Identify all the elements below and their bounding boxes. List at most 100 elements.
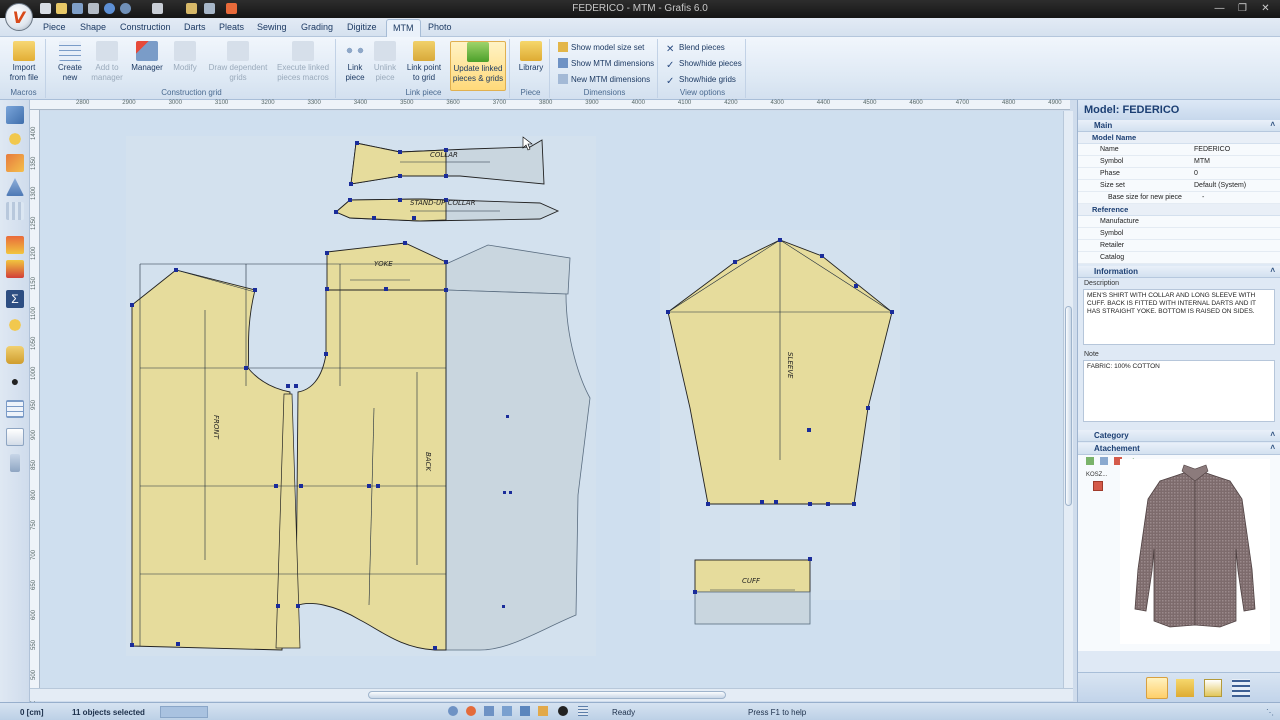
tab-sewing[interactable]: Sewing	[257, 22, 287, 32]
property-row[interactable]: Retailer	[1078, 240, 1280, 252]
horizontal-scrollbar[interactable]	[30, 688, 1073, 701]
marker-tool-icon[interactable]	[10, 454, 20, 472]
tab-grading[interactable]: Grading	[301, 22, 333, 32]
table-tool-icon[interactable]	[6, 400, 24, 418]
property-row[interactable]: Symbol MTM	[1078, 156, 1280, 168]
piece-back-right-dim[interactable]	[445, 289, 591, 651]
ribbon-group-piece: Library Piece	[512, 39, 550, 98]
pattern-tool-icon[interactable]	[6, 260, 24, 278]
property-row[interactable]: Manufacture	[1078, 216, 1280, 228]
zoom-fit-icon[interactable]	[502, 706, 512, 716]
library-button[interactable]: Library	[514, 41, 548, 73]
blend-pieces-toggle[interactable]: ✕ Blend pieces	[666, 41, 725, 55]
update-linked-pieces-button[interactable]: Update linked pieces & grids	[450, 41, 506, 91]
zoom-all-icon[interactable]	[520, 706, 530, 716]
grid-icon[interactable]	[578, 706, 588, 716]
ruler-label: 1250	[31, 216, 37, 230]
tab-piece[interactable]: Piece	[43, 22, 66, 32]
add-attachment-icon[interactable]	[1086, 457, 1094, 465]
pattern-drawing[interactable]: COLLAR STAND-UP COLLAR YOKE FRONT BACK S…	[40, 111, 1063, 688]
document-icon[interactable]	[1204, 679, 1222, 697]
app-menu-button[interactable]: V	[5, 3, 33, 31]
section-attachment[interactable]: Atachement ˄	[1078, 443, 1280, 455]
group-reference[interactable]: Reference	[1078, 204, 1280, 216]
piece-cuff-dim[interactable]	[694, 591, 811, 625]
edit-attachment-icon[interactable]	[1100, 457, 1108, 465]
property-row[interactable]: Name FEDERICO	[1078, 144, 1280, 156]
property-row[interactable]: Catalog	[1078, 252, 1280, 264]
link-point-to-grid-button[interactable]: Link point to grid	[404, 41, 444, 83]
pieces-icon[interactable]	[1176, 679, 1194, 697]
lock-tool-icon[interactable]	[6, 346, 24, 364]
ruler-label: 2800	[76, 100, 90, 106]
execute-linked-macros-button[interactable]: Execute linked pieces macros	[274, 41, 332, 83]
paw-icon[interactable]	[558, 706, 568, 716]
tab-shape[interactable]: Shape	[80, 22, 106, 32]
manager-button[interactable]: Manager	[128, 41, 166, 73]
model-properties-panel: Model: FEDERICO Main ˄ Model Name Name FED…	[1077, 100, 1280, 702]
shirt-photo[interactable]	[1120, 459, 1270, 644]
grid-tool-icon[interactable]	[6, 236, 24, 254]
refresh-icon[interactable]	[538, 706, 548, 716]
ruler-label: 3100	[214, 100, 229, 106]
sum-tool-icon[interactable]: Σ	[6, 290, 24, 308]
section-information[interactable]: Information ˄	[1078, 266, 1280, 278]
show-hide-grids-toggle[interactable]: ✓ Show/hide grids	[666, 73, 736, 87]
section-main[interactable]: Main ˄	[1078, 120, 1280, 132]
collapse-icon[interactable]: ˄	[1270, 443, 1275, 452]
select-tool-icon[interactable]	[6, 106, 24, 124]
property-row[interactable]: Phase 0	[1078, 168, 1280, 180]
tab-photo[interactable]: Photo	[428, 22, 452, 32]
minimize-icon[interactable]: —	[1212, 2, 1227, 15]
document-tool-icon[interactable]	[6, 428, 24, 446]
property-row[interactable]: Base size for new piece -	[1078, 192, 1280, 204]
new-mtm-dimensions-button[interactable]: New MTM dimensions	[558, 73, 650, 86]
tab-mtm[interactable]: MTM	[386, 19, 421, 38]
collapse-icon[interactable]: ˄	[1270, 266, 1275, 275]
blend-pieces-label: Blend pieces	[679, 43, 725, 52]
modify-button[interactable]: Modify	[166, 41, 204, 73]
measure-tool-icon[interactable]	[6, 316, 24, 334]
triangle-tool-icon[interactable]	[6, 154, 24, 172]
horizontal-scroll-thumb[interactable]	[368, 691, 726, 699]
create-new-button[interactable]: Create new	[52, 41, 88, 83]
vertical-scrollbar[interactable]	[1063, 111, 1073, 688]
description-field[interactable]: MEN'S SHIRT WITH COLLAR AND LONG SLEEVE …	[1083, 289, 1275, 345]
collapse-icon[interactable]: ˄	[1270, 430, 1275, 439]
restore-icon[interactable]: ❐	[1235, 2, 1250, 15]
draw-dependent-grids-button[interactable]: Draw dependent grids	[208, 41, 268, 83]
note-field[interactable]: FABRIC: 100% COTTON	[1083, 360, 1275, 422]
import-from-file-button[interactable]: Import from file	[6, 41, 42, 83]
paw-tool-icon[interactable]: ●	[6, 372, 24, 390]
group-model-name[interactable]: Model Name	[1078, 132, 1280, 144]
property-row[interactable]: Symbol	[1078, 228, 1280, 240]
tab-digitize[interactable]: Digitize	[347, 22, 377, 32]
point-tool-icon[interactable]	[6, 130, 24, 148]
tab-pleats[interactable]: Pleats	[219, 22, 244, 32]
add-to-manager-button[interactable]: Add to manager	[88, 41, 126, 83]
piece-cuff[interactable]	[694, 559, 811, 593]
list-icon[interactable]	[1232, 679, 1250, 697]
unlink-piece-button[interactable]: Unlink piece	[370, 41, 400, 83]
section-category[interactable]: Category ˄	[1078, 430, 1280, 442]
vertical-scroll-thumb[interactable]	[1065, 306, 1072, 506]
show-hide-pieces-toggle[interactable]: ✓ Show/hide pieces	[666, 57, 742, 71]
file-icon[interactable]	[1093, 481, 1103, 491]
curve-tool-icon[interactable]	[6, 202, 24, 220]
show-mtm-dimensions-button[interactable]: Show MTM dimensions	[558, 57, 654, 70]
ruler-label: 3700	[492, 100, 507, 106]
model-icon[interactable]	[1146, 677, 1168, 699]
compass-tool-icon[interactable]	[6, 178, 24, 196]
tab-construction[interactable]: Construction	[120, 22, 171, 32]
show-model-size-set-button[interactable]: Show model size set	[558, 41, 644, 54]
zoom-out-icon[interactable]	[466, 706, 476, 716]
property-row[interactable]: Size set Default (System)	[1078, 180, 1280, 192]
pattern-canvas[interactable]: COLLAR STAND-UP COLLAR YOKE FRONT BACK S…	[40, 111, 1063, 688]
zoom-in-icon[interactable]	[448, 706, 458, 716]
resize-grip-icon[interactable]: ⋱	[1266, 708, 1274, 717]
link-piece-button[interactable]: Link piece	[340, 41, 370, 83]
collapse-icon[interactable]: ˄	[1270, 120, 1275, 129]
zoom-window-icon[interactable]	[484, 706, 494, 716]
tab-darts[interactable]: Darts	[184, 22, 206, 32]
close-icon[interactable]: ✕	[1258, 2, 1273, 15]
